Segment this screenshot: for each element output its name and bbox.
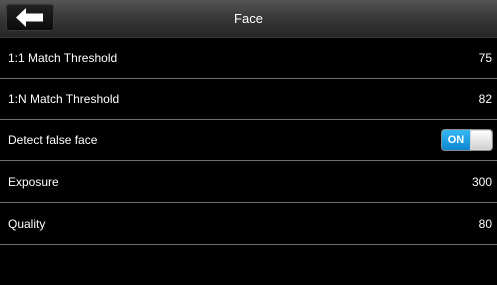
row-value: 82 bbox=[478, 92, 492, 106]
row-label: 1:1 Match Threshold bbox=[8, 51, 118, 65]
row-label: 1:N Match Threshold bbox=[8, 92, 120, 106]
detect-false-face-row: Detect false face ON bbox=[0, 120, 497, 161]
toggle-knob bbox=[471, 131, 491, 149]
row-label: Exposure bbox=[8, 175, 59, 189]
page-title: Face bbox=[234, 11, 263, 26]
row-label: Quality bbox=[8, 217, 46, 231]
face-settings-screen: Face 1:1 Match Threshold 75 1:N Match Th… bbox=[0, 0, 497, 285]
title-bar: Face bbox=[0, 0, 497, 38]
row-value: 80 bbox=[478, 217, 492, 231]
row-label: Detect false face bbox=[8, 133, 98, 147]
toggle-on-label: ON bbox=[442, 130, 470, 150]
row-value: 75 bbox=[478, 51, 492, 65]
quality-row[interactable]: Quality 80 bbox=[0, 204, 497, 245]
match-threshold-1-1-row[interactable]: 1:1 Match Threshold 75 bbox=[0, 38, 497, 79]
detect-false-face-toggle[interactable]: ON bbox=[442, 130, 492, 150]
exposure-row[interactable]: Exposure 300 bbox=[0, 162, 497, 203]
match-threshold-1-n-row[interactable]: 1:N Match Threshold 82 bbox=[0, 79, 497, 120]
row-value: 300 bbox=[471, 175, 492, 189]
